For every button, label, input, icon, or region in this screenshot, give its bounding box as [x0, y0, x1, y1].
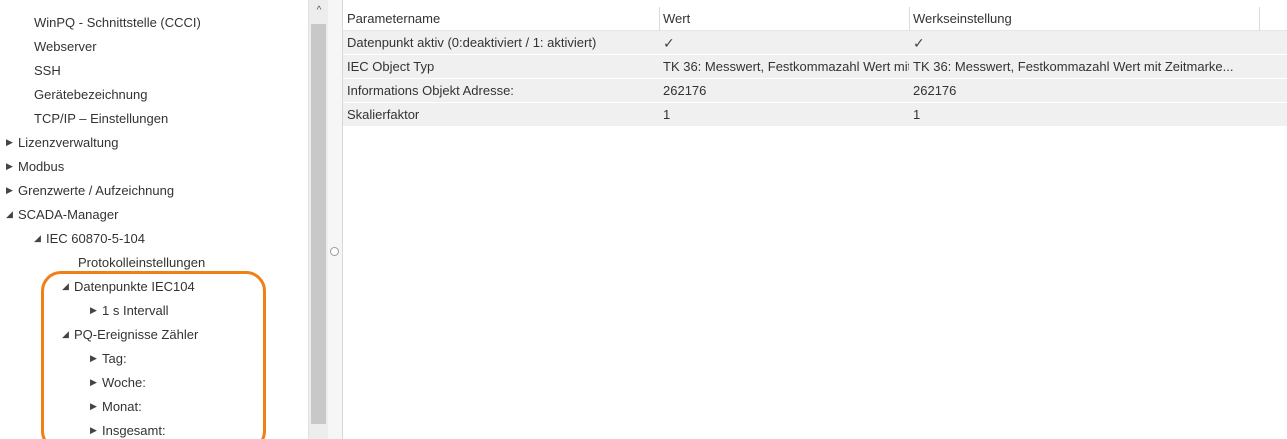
default-cell: TK 36: Messwert, Festkommazahl Wert mit … [913, 59, 1234, 74]
value-cell[interactable]: 1 [659, 103, 909, 127]
value-cell[interactable]: 262176 [659, 79, 909, 103]
param-name-cell: Informations Objekt Adresse: [347, 83, 514, 98]
parameter-grid: Parametername Wert Werkseinstellung Date… [343, 7, 1287, 127]
tree-item-modbus[interactable]: ▶ Modbus [6, 155, 64, 178]
value-check-icon[interactable]: ✓ [659, 31, 909, 55]
pane-splitter[interactable] [328, 0, 343, 439]
expand-arrow-icon[interactable]: ▶ [90, 371, 102, 394]
param-name-cell: IEC Object Typ [347, 59, 435, 74]
tree-item-monat[interactable]: ▶ Monat: [90, 395, 142, 418]
table-row[interactable]: IEC Object Typ TK 36: Messwert, Festkomm… [343, 55, 1287, 79]
column-header-werkseinstellung[interactable]: Werkseinstellung [909, 7, 1259, 31]
tree-item-label: Grenzwerte / Aufzeichnung [18, 183, 175, 198]
tree-item-label: Insgesamt: [102, 423, 166, 438]
tree-item-label: Datenpunkte IEC104 [74, 279, 195, 294]
param-name-cell: Skalierfaktor [347, 107, 420, 122]
tree-item-label: Monat: [102, 399, 142, 414]
tree-pane: WinPQ - Schnittstelle (CCCI) Webserver S… [0, 0, 308, 439]
table-row[interactable]: Informations Objekt Adresse: 262176 2621… [343, 79, 1287, 103]
tree-item-label: Modbus [18, 159, 65, 174]
expand-arrow-icon[interactable]: ▶ [90, 347, 102, 370]
scroll-up-icon[interactable]: ^ [309, 0, 329, 22]
tree-item-pq-ereignisse[interactable]: ◢ PQ-Ereignisse Zähler [62, 323, 198, 346]
tree-scrollbar[interactable]: ^ [308, 0, 328, 439]
tree-item-insgesamt[interactable]: ▶ Insgesamt: [90, 419, 166, 439]
expand-arrow-icon[interactable]: ▶ [90, 419, 102, 439]
column-divider[interactable] [1259, 7, 1260, 31]
tree-item-label: Webserver [34, 39, 97, 54]
tree-item-label: WinPQ - Schnittstelle (CCCI) [34, 15, 201, 30]
collapse-arrow-icon[interactable]: ◢ [34, 227, 46, 250]
tree-item-1s-intervall[interactable]: ▶ 1 s Intervall [90, 299, 168, 322]
tree-item-grenzwerte[interactable]: ▶ Grenzwerte / Aufzeichnung [6, 179, 174, 202]
scrollbar-thumb[interactable] [311, 24, 326, 424]
tree-item-woche[interactable]: ▶ Woche: [90, 371, 146, 394]
tree-item-label: TCP/IP – Einstellungen [34, 111, 169, 126]
tree-item-label: Tag: [102, 351, 127, 366]
tree-item-label: Protokolleinstellungen [78, 255, 206, 270]
splitter-grip-icon[interactable] [330, 247, 339, 256]
expand-arrow-icon[interactable]: ▶ [90, 395, 102, 418]
tree-item-webserver[interactable]: Webserver [34, 35, 97, 58]
tree-item-geraetebezeichnung[interactable]: Gerätebezeichnung [34, 83, 147, 106]
default-check-icon: ✓ [913, 35, 925, 51]
tree-item-iec-60870[interactable]: ◢ IEC 60870-5-104 [34, 227, 145, 250]
tree-item-label: SSH [34, 63, 61, 78]
column-header-wert[interactable]: Wert [659, 7, 909, 31]
tree-item-label: SCADA-Manager [18, 207, 119, 222]
tree-item-tcpip[interactable]: TCP/IP – Einstellungen [34, 107, 168, 130]
tree-item-protokolleinstellungen[interactable]: Protokolleinstellungen [78, 251, 205, 274]
expand-arrow-icon[interactable]: ▶ [90, 299, 102, 322]
tree-item-ssh[interactable]: SSH [34, 59, 61, 82]
default-cell: 1 [913, 107, 921, 122]
tree-item-label: Lizenzverwaltung [18, 135, 119, 150]
grid-header-row: Parametername Wert Werkseinstellung [343, 7, 1287, 31]
value-cell[interactable]: TK 36: Messwert, Festkommazahl Wert mit … [659, 55, 909, 79]
default-cell: 262176 [913, 83, 957, 98]
tree-item-label: Woche: [102, 375, 146, 390]
tree-item-scada-manager[interactable]: ◢ SCADA-Manager [6, 203, 118, 226]
tree-item-datenpunkte-iec104[interactable]: ◢ Datenpunkte IEC104 [62, 275, 195, 298]
collapse-arrow-icon[interactable]: ◢ [62, 275, 74, 298]
tree-item-tag[interactable]: ▶ Tag: [90, 347, 127, 370]
tree-item-label: PQ-Ereignisse Zähler [74, 327, 199, 342]
expand-arrow-icon[interactable]: ▶ [6, 131, 18, 154]
collapse-arrow-icon[interactable]: ◢ [62, 323, 74, 346]
table-row[interactable]: Skalierfaktor 1 1 [343, 103, 1287, 127]
expand-arrow-icon[interactable]: ▶ [6, 155, 18, 178]
column-header-parametername[interactable]: Parametername [343, 7, 659, 31]
tree-item-label: IEC 60870-5-104 [46, 231, 146, 246]
tree-item-winpq[interactable]: WinPQ - Schnittstelle (CCCI) [34, 11, 201, 34]
expand-arrow-icon[interactable]: ▶ [6, 179, 18, 202]
tree-item-lizenzverwaltung[interactable]: ▶ Lizenzverwaltung [6, 131, 118, 154]
tree-item-label: Gerätebezeichnung [34, 87, 148, 102]
table-row[interactable]: Datenpunkt aktiv (0:deaktiviert / 1: akt… [343, 31, 1287, 55]
tree-item-label: 1 s Intervall [102, 303, 169, 318]
collapse-arrow-icon[interactable]: ◢ [6, 203, 18, 226]
param-name-cell: Datenpunkt aktiv (0:deaktiviert / 1: akt… [347, 35, 597, 50]
